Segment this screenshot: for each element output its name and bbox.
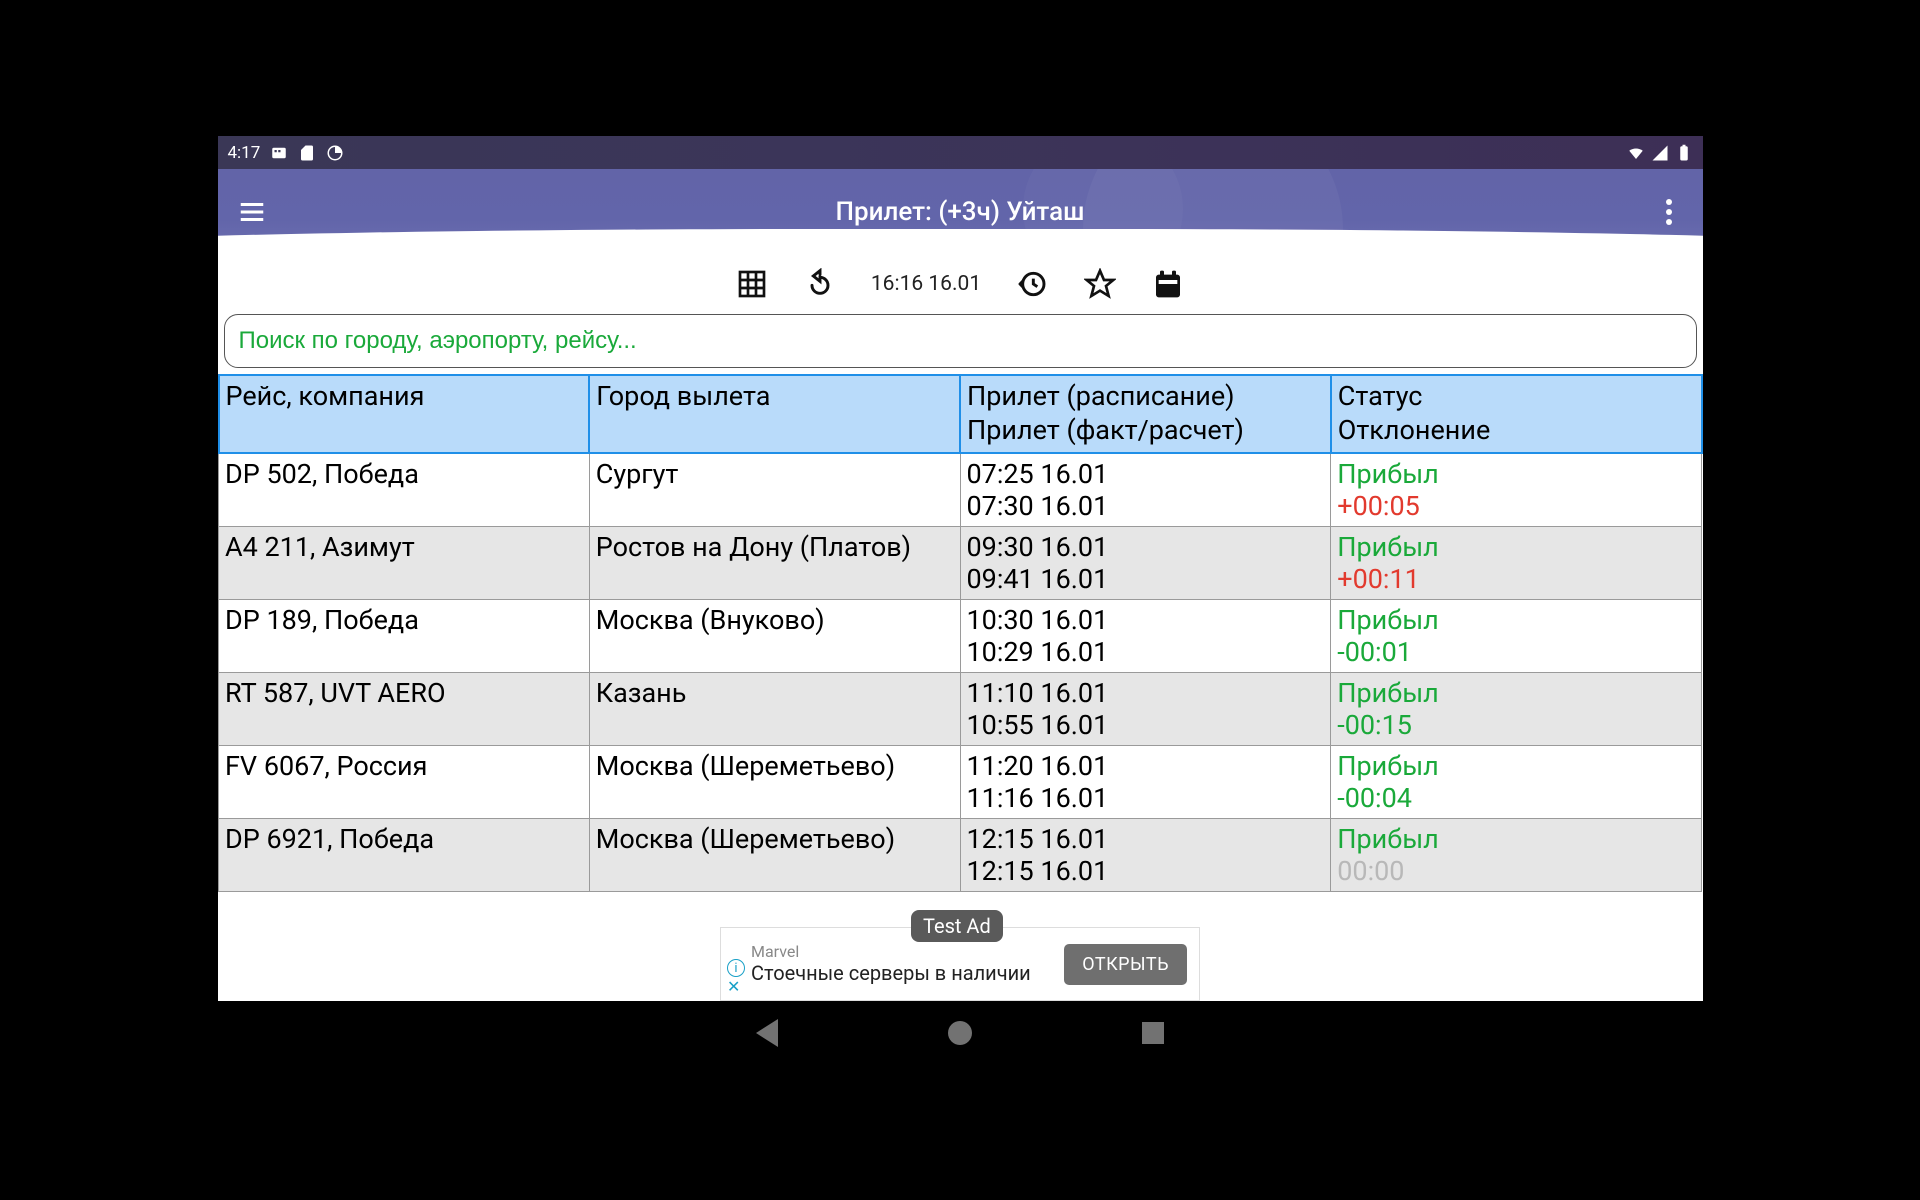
table-row[interactable]: DP 6921, ПобедаМосква (Шереметьево)12:15… [219, 818, 1702, 891]
cell-time: 12:15 16.0112:15 16.01 [960, 818, 1331, 891]
page-title: Прилет: (+3ч) Уйташ [218, 197, 1703, 227]
sd-card-icon [298, 144, 316, 162]
cell-time: 10:30 16.0110:29 16.01 [960, 599, 1331, 672]
cell-city: Москва (Внуково) [589, 599, 960, 672]
app-bar: Прилет: (+3ч) Уйташ [218, 169, 1703, 254]
table-row[interactable]: FV 6067, РоссияМосква (Шереметьево)11:20… [219, 745, 1702, 818]
th-flight[interactable]: Рейс, компания [219, 375, 590, 453]
cell-status: Прибыл-00:04 [1331, 745, 1702, 818]
cell-status: Прибыл-00:01 [1331, 599, 1702, 672]
keyboard-icon [270, 144, 288, 162]
nav-recent-button[interactable] [1142, 1022, 1164, 1044]
cell-city: Ростов на Дону (Платов) [589, 526, 960, 599]
search-input[interactable] [239, 327, 1682, 355]
refresh-timestamp: 16:16 16.01 [871, 272, 981, 296]
cell-time: 11:10 16.0110:55 16.01 [960, 672, 1331, 745]
search-box[interactable] [224, 314, 1697, 368]
more-button[interactable] [1641, 184, 1697, 240]
android-nav-bar [218, 1001, 1703, 1064]
wifi-icon [1627, 144, 1645, 162]
signal-icon [1651, 144, 1669, 162]
star-icon[interactable] [1083, 267, 1117, 301]
ad-banner[interactable]: Test Ad i ✕ Marvel Стоечные серверы в на… [720, 927, 1200, 1001]
history-icon[interactable] [1015, 267, 1049, 301]
cell-city: Москва (Шереметьево) [589, 818, 960, 891]
table-row[interactable]: A4 211, АзимутРостов на Дону (Платов)09:… [219, 526, 1702, 599]
cell-time: 09:30 16.0109:41 16.01 [960, 526, 1331, 599]
table-header-row: Рейс, компания Город вылета Прилет (расп… [219, 375, 1702, 453]
cell-city: Сургут [589, 453, 960, 527]
th-status[interactable]: Статус Отклонение [1331, 375, 1702, 453]
cell-flight: DP 189, Победа [219, 599, 590, 672]
cell-flight: DP 6921, Победа [219, 818, 590, 891]
info-icon[interactable]: i [727, 959, 745, 977]
cell-city: Казань [589, 672, 960, 745]
cell-flight: A4 211, Азимут [219, 526, 590, 599]
th-time[interactable]: Прилет (расписание) Прилет (факт/расчет) [960, 375, 1331, 453]
refresh-icon[interactable] [803, 267, 837, 301]
battery-icon [1675, 144, 1693, 162]
ad-text: Стоечные серверы в наличии [751, 962, 1031, 985]
nav-back-button[interactable] [756, 1019, 778, 1047]
table-row[interactable]: DP 502, ПобедаСургут07:25 16.0107:30 16.… [219, 453, 1702, 527]
cell-status: Прибыл+00:05 [1331, 453, 1702, 527]
calendar-icon[interactable] [1151, 267, 1185, 301]
table-row[interactable]: RT 587, UVT AEROКазань11:10 16.0110:55 1… [219, 672, 1702, 745]
pie-icon [326, 144, 344, 162]
table-row[interactable]: DP 189, ПобедаМосква (Внуково)10:30 16.0… [219, 599, 1702, 672]
ad-open-button[interactable]: ОТКРЫТЬ [1064, 944, 1187, 985]
cell-status: Прибыл00:00 [1331, 818, 1702, 891]
cell-time: 07:25 16.0107:30 16.01 [960, 453, 1331, 527]
grid-icon[interactable] [735, 267, 769, 301]
flights-scroll[interactable]: Рейс, компания Город вылета Прилет (расп… [218, 374, 1703, 1001]
menu-button[interactable] [224, 184, 280, 240]
flights-table: Рейс, компания Город вылета Прилет (расп… [218, 374, 1703, 892]
cell-flight: RT 587, UVT AERO [219, 672, 590, 745]
cell-city: Москва (Шереметьево) [589, 745, 960, 818]
toolbar: 16:16 16.01 [218, 254, 1703, 314]
ad-badge: Test Ad [911, 910, 1003, 942]
cell-time: 11:20 16.0111:16 16.01 [960, 745, 1331, 818]
cell-flight: FV 6067, Россия [219, 745, 590, 818]
ad-brand: Marvel [751, 943, 1031, 961]
status-bar: 4:17 [218, 136, 1703, 169]
th-city[interactable]: Город вылета [589, 375, 960, 453]
status-time: 4:17 [228, 143, 261, 163]
cell-status: Прибыл-00:15 [1331, 672, 1702, 745]
cell-flight: DP 502, Победа [219, 453, 590, 527]
cell-status: Прибыл+00:11 [1331, 526, 1702, 599]
nav-home-button[interactable] [948, 1021, 972, 1045]
close-icon[interactable]: ✕ [727, 977, 740, 996]
